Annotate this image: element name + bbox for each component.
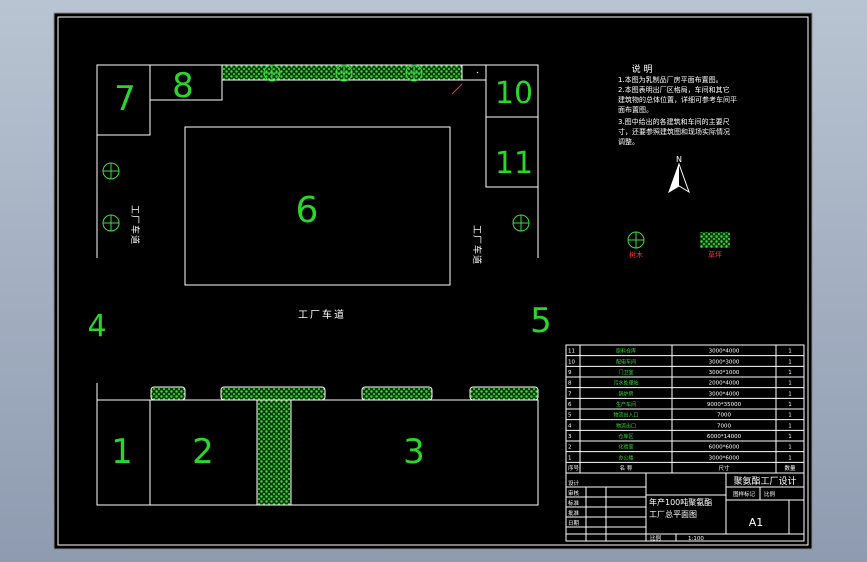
table-cell: 3000*6000 (709, 455, 740, 461)
tb-cell: 日期 (568, 520, 580, 527)
table-header-cell: 名 称 (620, 464, 633, 472)
table-cell: 1 (568, 455, 572, 461)
table-cell: 办公楼 (618, 454, 633, 461)
table-cell: 3000*4000 (709, 391, 740, 397)
tree-icon (102, 214, 120, 232)
zone-label-2: 2 (192, 432, 214, 472)
table-cell: 7 (568, 391, 572, 397)
table-cell: 1 (788, 402, 792, 408)
table-cell: 8 (568, 381, 572, 387)
scale-label: 比例 (650, 534, 662, 542)
table-cell: 6 (568, 402, 572, 408)
zone-label-10: 10 (495, 76, 533, 111)
notes-line: 调整。 (618, 137, 639, 146)
tree-icon (263, 64, 281, 82)
tb-cell: 批准 (568, 509, 580, 517)
lawn-swatch (700, 232, 730, 248)
zone-label-5: 5 (530, 301, 552, 341)
table-cell: 4 (568, 423, 572, 429)
notes-title: 说 明 (632, 63, 653, 75)
table-cell: 7000 (717, 413, 731, 419)
table-cell: 5 (568, 413, 572, 419)
tb-cell: 比例 (764, 490, 776, 498)
table-cell: 1 (788, 434, 792, 440)
org-name: 聚氨酯工厂设计 (733, 475, 796, 487)
zone-label-1: 1 (111, 432, 133, 472)
table-cell: 原料仓库 (616, 348, 636, 355)
table-cell: 2 (568, 445, 572, 451)
project-title-line2: 工厂总平面图 (649, 509, 697, 519)
table-cell: 11 (568, 349, 575, 355)
zone-label-11: 11 (495, 146, 533, 181)
table-cell: 1 (788, 370, 792, 376)
tree-icon (405, 64, 423, 82)
zone-label-8: 8 (172, 66, 194, 106)
table-cell: 3000*4000 (709, 349, 740, 355)
sheet-size: A1 (749, 516, 764, 529)
table-cell: 9 (568, 370, 572, 376)
tree-icon (512, 214, 530, 232)
road-label-left: 工厂车道 (129, 205, 141, 245)
notes-line: 1.本图为乳制品厂房平面布置图。 (618, 75, 723, 84)
lawn-bottom-4 (469, 386, 539, 401)
tb-cell: 设计 (568, 479, 580, 487)
table-cell: 物流出入口 (613, 412, 638, 419)
table-cell: 1 (788, 349, 792, 355)
table-cell: 化验室 (618, 444, 633, 451)
notes-line: 建筑物的总体位置，详细可参考车间平 (618, 95, 737, 104)
table-cell: 3000*1000 (709, 370, 740, 376)
tree-icon (102, 162, 120, 180)
table-cell: 锅炉房 (618, 390, 633, 397)
tb-cell: 图样标记 (733, 490, 756, 498)
project-title-line1: 年产100吨聚氨酯 (649, 497, 712, 507)
notes-line: 面布置图。 (618, 105, 653, 114)
lawn-bottom-3 (361, 386, 433, 401)
tree-icon (627, 231, 645, 249)
table-cell: 1 (788, 423, 792, 429)
legend-tree-label: 树木 (629, 250, 643, 259)
notes-line: 2.本图表明出厂区格局，车间和其它 (618, 85, 730, 94)
zone-label-4: 4 (87, 309, 106, 344)
lawn-bottom-1 (150, 386, 186, 401)
table-cell: 10 (568, 359, 575, 365)
table-cell: 1 (788, 359, 792, 365)
legend-lawn-label: 草坪 (708, 250, 722, 259)
table-cell: 1 (788, 381, 792, 387)
table-cell: 1 (788, 413, 792, 419)
table-cell: 生产车间 (616, 401, 636, 408)
tb-cell: 审核 (568, 489, 580, 497)
notes-line: 3.图中给出的各建筑和车间的主要尺 (618, 117, 730, 126)
table-cell: 1 (788, 455, 792, 461)
table-cell: 7000 (717, 423, 731, 429)
table-cell: 1 (788, 445, 792, 451)
table-cell: 6000*6000 (709, 445, 740, 451)
zone-label-3: 3 (403, 432, 425, 472)
zone-label-7: 7 (114, 79, 136, 119)
road-label-center: 工厂车道 (298, 308, 346, 321)
zone-label-6: 6 (296, 190, 319, 231)
scale-value: 1:100 (688, 536, 704, 542)
lawn-bottom-2 (220, 386, 326, 401)
table-cell: 仓库区 (618, 433, 633, 440)
table-cell: 9000*35000 (707, 402, 742, 408)
lawn-bottom-stem (256, 399, 292, 506)
gate-mark (476, 71, 479, 74)
table-cell: 污水处理站 (613, 380, 638, 387)
table-cell: 3000*3000 (709, 359, 740, 365)
road-label-right: 工厂车道 (471, 225, 483, 265)
table-cell: 3 (568, 434, 572, 440)
table-header-cell: 序号 (568, 464, 580, 472)
table-cell: 门卫室 (618, 369, 633, 376)
table-header-cell: 尺寸 (718, 464, 730, 472)
table-header-cell: 数量 (784, 464, 796, 472)
table-cell: 物流出口 (616, 422, 636, 429)
table-cell: 1 (788, 391, 792, 397)
table-cell: 6000*14000 (707, 434, 742, 440)
notes-line: 寸，还要参照建筑图和现场实际情况 (618, 127, 730, 136)
tb-cell: 标准 (568, 499, 580, 507)
table-cell: 配电车间 (616, 358, 636, 365)
site-plan-drawing: 7 8 10 11 6 4 5 1 2 3 工厂车道 工厂车道 工厂车道 说 明… (53, 12, 813, 550)
tree-icon (335, 64, 353, 82)
table-cell: 2000*4000 (709, 381, 740, 387)
